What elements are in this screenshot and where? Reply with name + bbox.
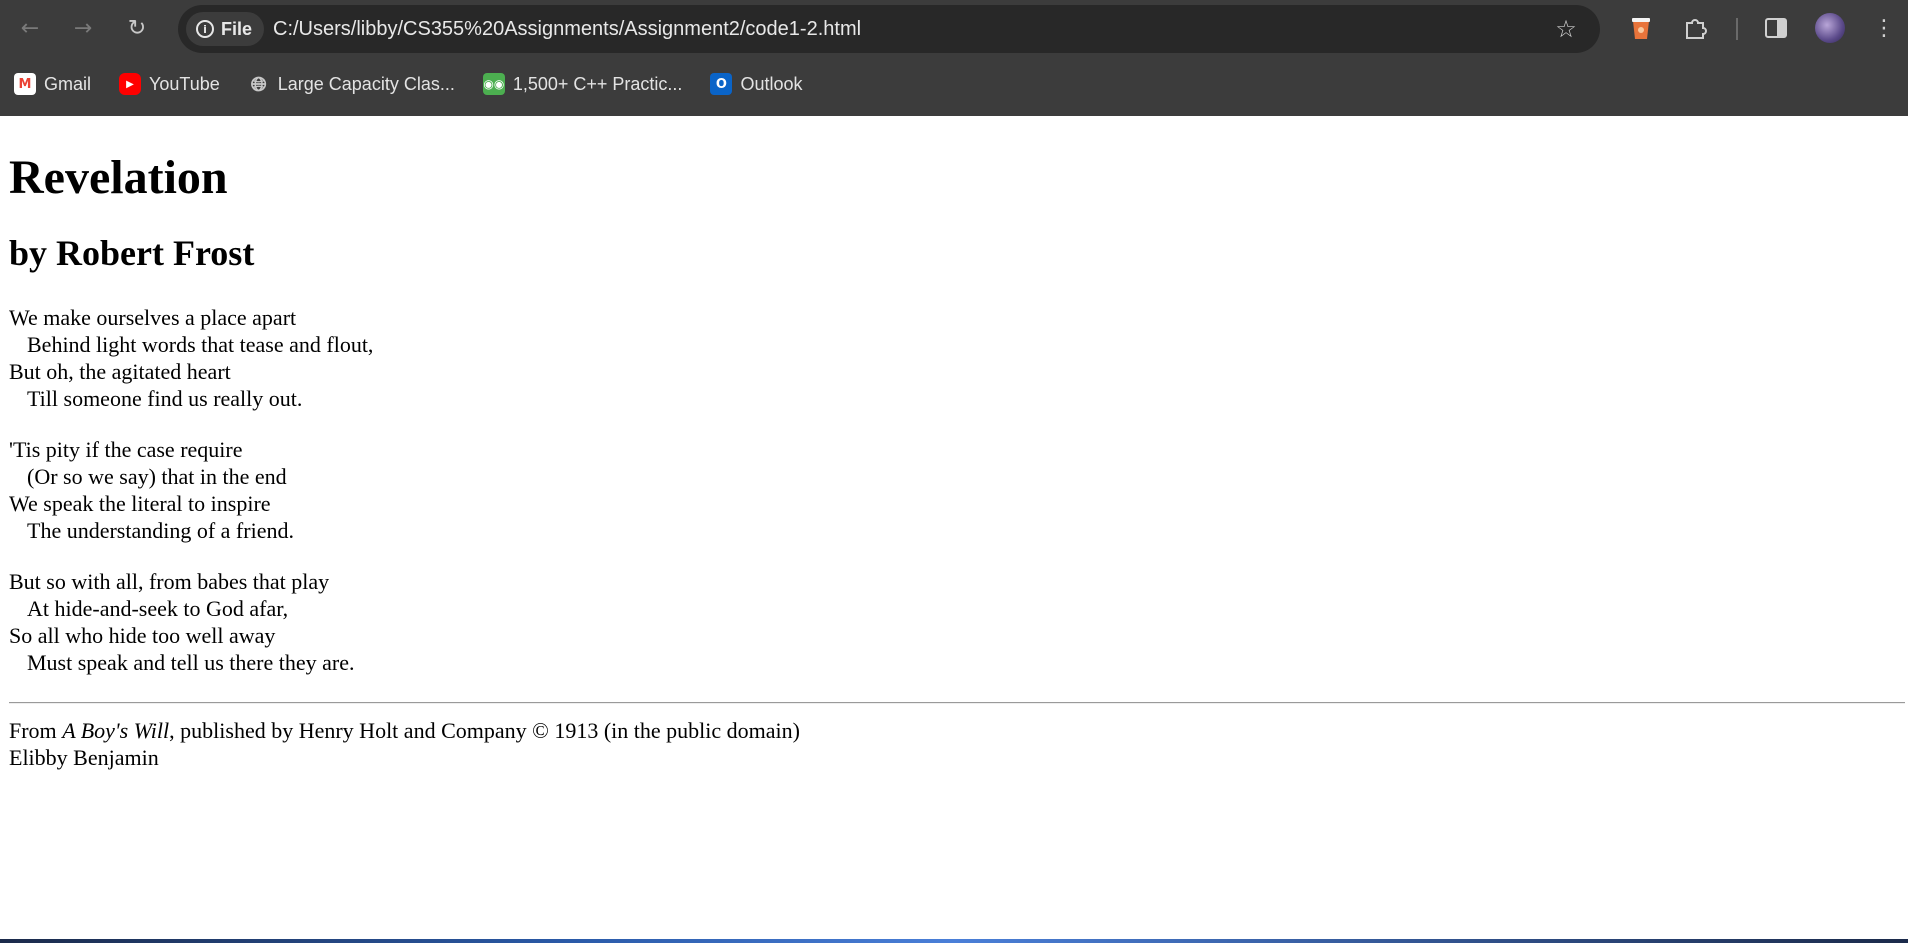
info-icon: i	[196, 20, 214, 38]
stanza-3: But so with all, from babes that play At…	[9, 568, 354, 676]
bookmark-label: Gmail	[44, 73, 92, 94]
coffee-extension-icon[interactable]	[1624, 11, 1658, 45]
browser-toolbar: ← → ↻ i File C:/Users/libby/CS355%20Assi…	[0, 0, 1908, 57]
source-citation: From A Boy's Will, published by Henry Ho…	[9, 717, 800, 744]
poem-line: But oh, the agitated heart	[9, 359, 231, 384]
back-button[interactable]: ←	[11, 9, 49, 47]
bookmark-label: 1,500+ C++ Practic...	[512, 73, 683, 94]
bookmark-large-capacity[interactable]: 🌐︎ Large Capacity Clas...	[234, 67, 469, 101]
browser-chrome: ← → ↻ i File C:/Users/libby/CS355%20Assi…	[0, 0, 1908, 116]
site-info-chip[interactable]: i File	[186, 12, 265, 46]
arrow-right-icon: →	[73, 15, 93, 41]
poem-line: Till someone find us really out.	[27, 386, 303, 411]
profile-avatar[interactable]	[1815, 13, 1845, 43]
gmail-icon: M	[14, 73, 36, 95]
globe-icon: 🌐︎	[250, 72, 267, 96]
poem-title: Revelation	[9, 151, 228, 204]
poem-line: We speak the literal to inspire	[9, 491, 271, 516]
bookmark-star-icon[interactable]: ☆	[1550, 13, 1582, 45]
site-info-label: File	[221, 18, 253, 39]
page-content: Revelation by Robert Frost We make ourse…	[0, 116, 1908, 943]
arrow-left-icon: ←	[20, 15, 40, 41]
forward-button[interactable]: →	[64, 9, 102, 47]
cpp-icon: ◉◉	[482, 73, 505, 95]
poem-line: (Or so we say) that in the end	[27, 464, 287, 489]
address-bar[interactable]: i File C:/Users/libby/CS355%20Assignment…	[178, 5, 1600, 53]
side-panel-icon[interactable]	[1759, 11, 1793, 45]
reload-icon: ↻	[127, 15, 147, 41]
bookmark-label: Outlook	[740, 73, 803, 94]
menu-kebab-icon[interactable]: ⋮	[1867, 11, 1901, 45]
poem-line: Behind light words that tease and flout,	[27, 332, 374, 357]
taskbar-edge	[0, 939, 1908, 943]
bookmark-outlook[interactable]: O Outlook	[696, 67, 816, 101]
horizontal-rule	[9, 702, 1905, 704]
bookmark-gmail[interactable]: M Gmail	[0, 67, 105, 101]
poem-line: The understanding of a friend.	[27, 518, 294, 543]
citation-prefix: From	[9, 718, 63, 743]
toolbar-separator	[1736, 18, 1738, 40]
poem-line: So all who hide too well away	[9, 623, 276, 648]
citation-publisher: , published by Henry Holt and Company © …	[169, 718, 800, 743]
bookmarks-bar: M Gmail ▶ YouTube 🌐︎ Large Capacity Clas…	[0, 63, 1908, 105]
book-title: A Boy's Will	[62, 718, 170, 743]
bookmark-label: Large Capacity Clas...	[277, 73, 455, 94]
poem-line: 'Tis pity if the case require	[9, 437, 243, 462]
extensions-puzzle-icon[interactable]	[1679, 11, 1713, 45]
poem-line: Must speak and tell us there they are.	[27, 650, 355, 675]
stanza-1: We make ourselves a place apart Behind l…	[9, 304, 373, 412]
youtube-icon: ▶	[119, 73, 142, 95]
bookmark-label: YouTube	[149, 73, 220, 94]
url-text[interactable]: C:/Users/libby/CS355%20Assignments/Assig…	[273, 5, 861, 53]
bookmark-youtube[interactable]: ▶ YouTube	[105, 67, 234, 101]
poem-line: We make ourselves a place apart	[9, 305, 297, 330]
footer: From A Boy's Will, published by Henry Ho…	[9, 717, 800, 771]
poem-line: At hide-and-seek to God afar,	[27, 596, 289, 621]
bookmark-cpp-practice[interactable]: ◉◉ 1,500+ C++ Practic...	[469, 67, 697, 101]
outlook-icon: O	[710, 73, 733, 95]
poem-line: But so with all, from babes that play	[9, 569, 330, 594]
reload-button[interactable]: ↻	[118, 9, 156, 47]
poem-author: by Robert Frost	[9, 233, 255, 273]
student-name: Elibby Benjamin	[9, 745, 159, 770]
stanza-2: 'Tis pity if the case require (Or so we …	[9, 436, 294, 544]
